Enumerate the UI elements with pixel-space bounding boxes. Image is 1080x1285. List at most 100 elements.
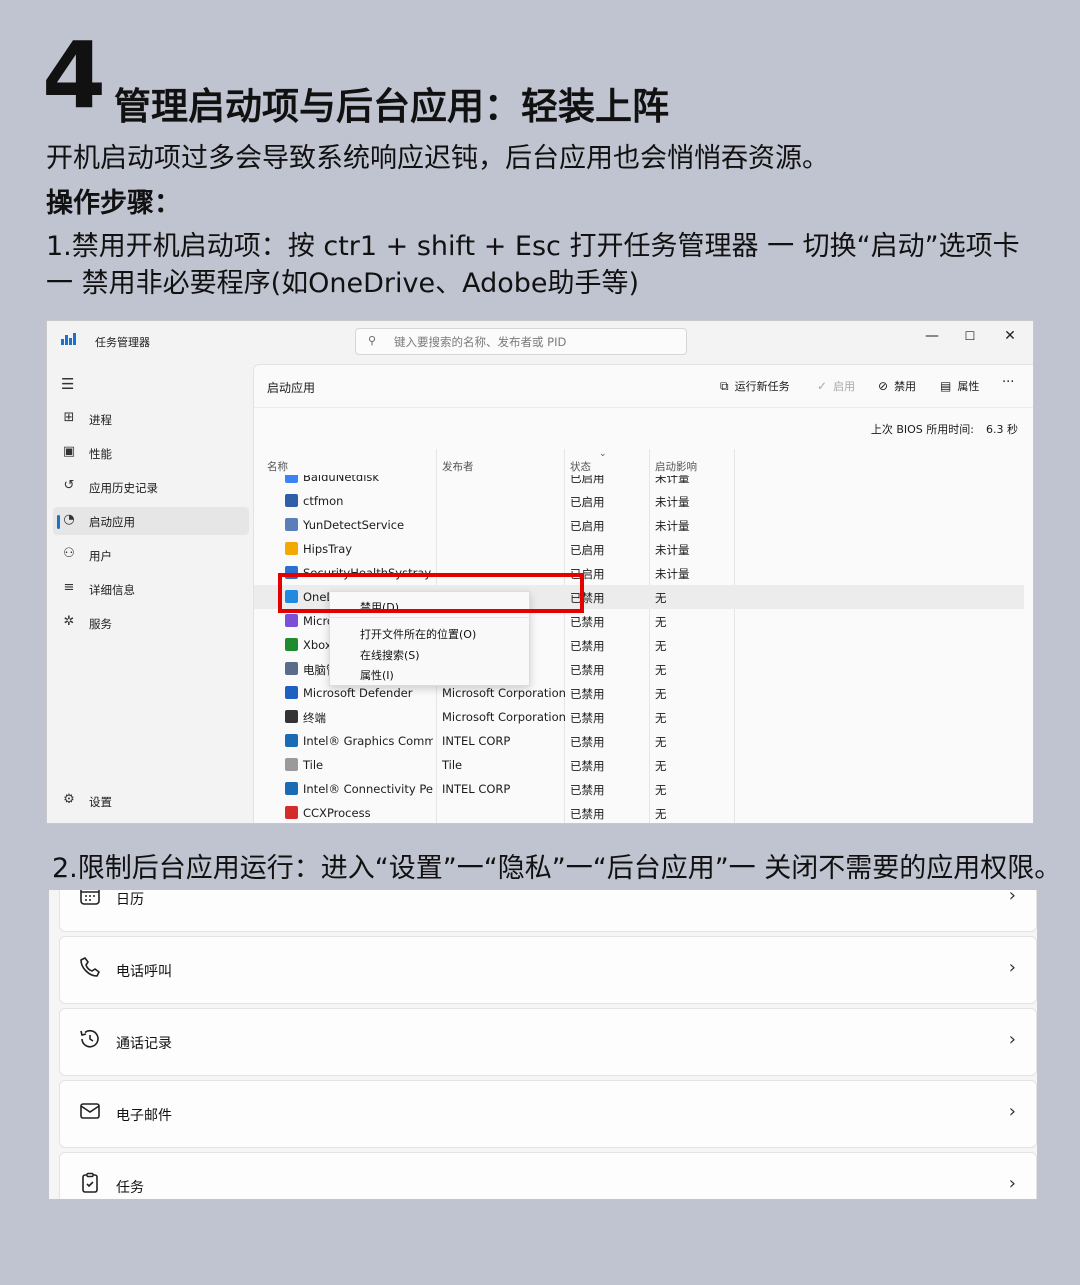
app-title: 任务管理器 (95, 336, 150, 349)
run-task-icon: ⧉ (720, 379, 729, 393)
list-icon: ≡ (63, 580, 75, 595)
app-icon (285, 782, 298, 795)
sidebar-item-services[interactable]: ✲ 服务 (53, 609, 249, 637)
step2-text: 2.限制后台应用运行：进入“设置”一“隐私”一“后台应用”一 关闭不需要的应用权… (52, 853, 1062, 884)
app-icon (285, 806, 298, 819)
minimize-button[interactable]: — (915, 325, 949, 347)
app-startup-impact: 无 (655, 591, 667, 605)
settings-item-phone-calls[interactable]: 电话呼叫 › (59, 936, 1037, 1004)
app-status: 已启用 (570, 543, 605, 557)
disable-label: 禁用 (894, 380, 917, 393)
table-row[interactable]: CCXProcess 已禁用 无 (254, 801, 1024, 823)
chevron-right-icon: › (1008, 890, 1016, 906)
run-new-task-button[interactable]: ⧉ 运行新任务 (720, 378, 790, 394)
sidebar-item-settings[interactable]: ⚙ 设置 (53, 787, 249, 815)
app-startup-impact: 无 (655, 783, 667, 797)
sidebar-item-label: 启动应用 (89, 515, 135, 529)
app-name: Intel® Connectivity Perf... (303, 782, 433, 796)
table-row[interactable]: ctfmon 已启用 未计量 (254, 489, 1024, 513)
table-row[interactable]: 终端 Microsoft Corporation 已禁用 无 (254, 705, 1024, 729)
enable-button[interactable]: ✓ 启用 (817, 378, 855, 394)
column-header-impact[interactable]: 启动影响 (655, 459, 697, 474)
app-startup-impact: 未计量 (655, 519, 690, 533)
app-publisher: Microsoft Corporation (442, 710, 566, 724)
column-header-status[interactable]: 状态 (570, 459, 591, 474)
more-options-button[interactable]: ··· (1002, 375, 1014, 390)
task-manager-logo-icon (61, 333, 77, 345)
context-menu-divider (330, 617, 529, 618)
table-row[interactable]: Intel® Graphics Comma... INTEL CORP 已禁用 无 (254, 729, 1024, 753)
bios-time: 上次 BIOS 所用时间: 6.3 秒 (871, 421, 1018, 437)
table-row[interactable]: BaiduNetdisk 已启用 未计量 (254, 475, 1024, 489)
search-input[interactable]: ⚲ 键入要搜索的名称、发布者或 PID (355, 328, 687, 355)
sidebar-item-label: 服务 (89, 617, 112, 631)
settings-item-email[interactable]: 电子邮件 › (59, 1080, 1037, 1148)
title-bar: 任务管理器 ⚲ 键入要搜索的名称、发布者或 PID — ☐ ✕ (47, 321, 1033, 361)
run-new-task-label: 运行新任务 (734, 380, 790, 393)
sidebar-item-details[interactable]: ≡ 详细信息 (53, 575, 249, 603)
settings-item-label: 任务 (116, 1180, 144, 1196)
app-status: 已禁用 (570, 783, 605, 797)
sidebar-item-label: 设置 (89, 795, 112, 809)
sidebar-item-label: 应用历史记录 (89, 481, 158, 495)
context-menu-item-open-location[interactable]: 打开文件所在的位置(O) (360, 626, 476, 642)
app-status: 已启用 (570, 519, 605, 533)
sidebar-item-performance[interactable]: ▣ 性能 (53, 439, 249, 467)
settings-item-call-history[interactable]: 通话记录 › (59, 1008, 1037, 1076)
app-name: ctfmon (303, 494, 344, 508)
privacy-settings-panel: 日历 › 电话呼叫 › 通话记录 › 电子邮件 › 任务 › (49, 890, 1037, 1199)
column-header-publisher[interactable]: 发布者 (442, 459, 474, 474)
app-publisher: INTEL CORP (442, 782, 511, 796)
app-icon (285, 542, 298, 555)
table-row[interactable]: Tile Tile 已禁用 无 (254, 753, 1024, 777)
sidebar-item-label: 用户 (89, 549, 112, 563)
table-row[interactable]: HipsTray 已启用 未计量 (254, 537, 1024, 561)
app-status: 已禁用 (570, 807, 605, 821)
app-icon (285, 614, 298, 627)
history-icon: ↺ (63, 478, 75, 493)
sidebar-item-users[interactable]: ⚇ 用户 (53, 541, 249, 569)
app-name: 终端 (303, 711, 326, 725)
app-icon (285, 518, 298, 531)
app-icon (285, 494, 298, 507)
app-name: HipsTray (303, 542, 353, 556)
app-publisher: Tile (442, 758, 463, 772)
settings-item-calendar[interactable]: 日历 › (59, 890, 1037, 932)
app-status: 已禁用 (570, 735, 605, 749)
table-row[interactable]: Intel® Connectivity Perf... INTEL CORP 已禁用… (254, 777, 1024, 801)
context-menu-item-search-online[interactable]: 在线搜索(S) (360, 647, 420, 663)
app-status: 已启用 (570, 495, 605, 509)
properties-button[interactable]: ▤ 属性 (940, 378, 979, 394)
settings-item-tasks[interactable]: 任务 › (59, 1152, 1037, 1199)
bios-label: 上次 BIOS 所用时间: (870, 423, 974, 436)
app-startup-impact: 无 (655, 687, 667, 701)
app-startup-impact: 无 (655, 807, 667, 821)
context-menu-item-properties[interactable]: 属性(I) (360, 667, 394, 683)
search-placeholder: 键入要搜索的名称、发布者或 PID (394, 335, 567, 349)
close-button[interactable]: ✕ (993, 325, 1027, 347)
app-status: 已禁用 (570, 759, 605, 773)
table-row[interactable]: YunDetectService 已启用 未计量 (254, 513, 1024, 537)
mail-icon (80, 1103, 100, 1119)
call-history-icon (80, 1029, 99, 1048)
grid-icon: ⊞ (63, 410, 75, 425)
sidebar-item-processes[interactable]: ⊞ 进程 (53, 405, 249, 433)
task-manager-window: 任务管理器 ⚲ 键入要搜索的名称、发布者或 PID — ☐ ✕ ☰ ⊞ 进程 ▣… (46, 320, 1034, 824)
maximize-button[interactable]: ☐ (953, 325, 987, 347)
app-icon (285, 734, 298, 747)
app-publisher: Microsoft Corporation (442, 686, 566, 700)
block-icon: ⊘ (878, 379, 889, 393)
calendar-icon (80, 890, 100, 905)
app-startup-impact: 无 (655, 639, 667, 653)
sidebar-item-label: 性能 (89, 447, 112, 461)
step1-text: 1.禁用开机启动项：按 ctr1 + shift + Esc 打开任务管理器 一… (46, 231, 1020, 299)
app-name: BaiduNetdisk (303, 475, 380, 484)
column-header-name[interactable]: 名称 (267, 459, 288, 474)
app-startup-impact: 无 (655, 663, 667, 677)
app-startup-impact: 未计量 (655, 475, 690, 485)
sidebar-item-app-history[interactable]: ↺ 应用历史记录 (53, 473, 249, 501)
hamburger-menu-icon[interactable]: ☰ (61, 375, 74, 393)
sidebar-item-startup-apps[interactable]: ◔ 启动应用 (53, 507, 249, 535)
app-icon (285, 686, 298, 699)
disable-button[interactable]: ⊘ 禁用 (878, 378, 916, 394)
